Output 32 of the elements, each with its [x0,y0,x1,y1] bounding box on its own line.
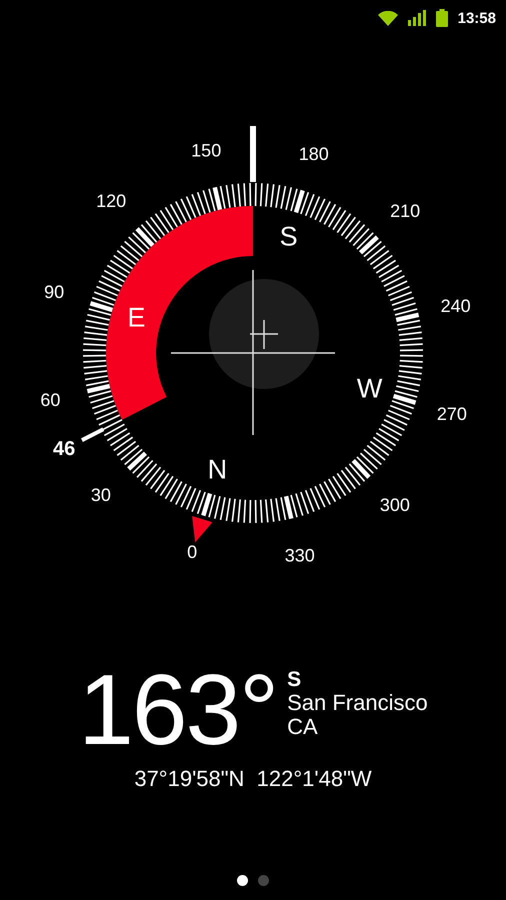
heading-direction: S [287,668,302,692]
level-cross-icon [250,320,278,349]
cardinal-letter: E [127,302,146,332]
dial-label: 30 [90,484,111,505]
north-pointer [192,516,212,542]
cardinal-letter: N [208,454,228,485]
signal-icon [408,10,426,26]
coordinates: 37°19'58"N 122°1'48"W [134,766,372,792]
bearing-value: 46 [52,438,76,460]
page-dot[interactable] [237,875,248,886]
dial-label: 330 [284,546,315,566]
dial-label: 180 [298,144,329,164]
dial-label: 150 [191,140,222,160]
heading-needle [250,126,256,182]
cardinal-letter: W [356,374,382,404]
city-name: San Francisco [287,691,428,716]
dial-label: 60 [40,390,60,410]
wifi-icon [378,10,398,26]
region-name: CA [287,715,319,740]
dial-label: 0 [187,542,198,562]
dial-label: 120 [96,190,126,211]
dial-label: 300 [380,495,410,516]
page-dot[interactable] [258,875,269,886]
dial-label: 240 [440,296,471,316]
battery-icon [436,9,448,27]
heading-degrees: 163° [78,660,278,760]
clock-time: 13:58 [458,10,496,26]
cardinal-letter: S [280,221,298,252]
dial-label: 210 [390,201,420,222]
dial-label: 90 [44,282,64,302]
bearing-marker [81,427,104,442]
dial-label: 270 [436,404,467,424]
